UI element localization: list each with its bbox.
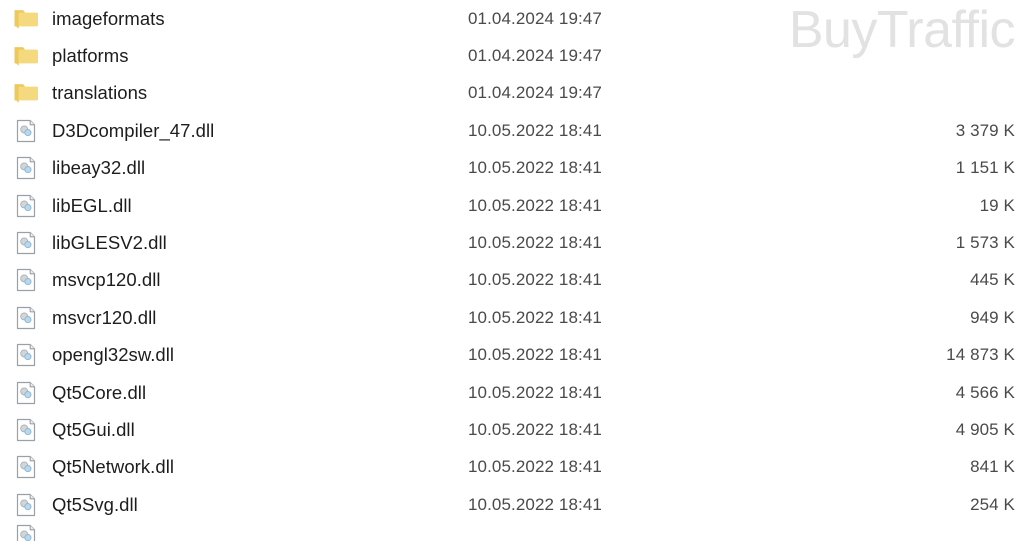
- file-name: libEGL.dll: [52, 194, 132, 216]
- folder-icon: [13, 43, 39, 69]
- file-size: 445 K: [970, 270, 1015, 290]
- file-row[interactable]: [0, 523, 1024, 541]
- file-size: 841 K: [970, 457, 1015, 477]
- file-list: imageformats 01.04.2024 19:47 platforms 01.…: [0, 0, 1024, 541]
- file-size: 1 151 K: [955, 158, 1015, 178]
- file-date-modified: 10.05.2022 18:41: [468, 419, 602, 439]
- file-date-modified: 10.05.2022 18:41: [468, 158, 602, 178]
- file-row[interactable]: Qt5Network.dll 10.05.2022 18:41 841 K: [0, 449, 1024, 486]
- file-size: 949 K: [970, 307, 1015, 327]
- file-date-modified: 10.05.2022 18:41: [468, 345, 602, 365]
- file-row[interactable]: Qt5Svg.dll 10.05.2022 18:41 254 K: [0, 486, 1024, 523]
- file-date-modified: 10.05.2022 18:41: [468, 494, 602, 514]
- folder-row[interactable]: platforms 01.04.2024 19:47: [0, 37, 1024, 74]
- dll-file-icon: [13, 523, 39, 541]
- dll-file-icon: [13, 492, 39, 518]
- file-name: translations: [52, 82, 148, 104]
- file-date-modified: 10.05.2022 18:41: [468, 120, 602, 140]
- file-date-modified: 10.05.2022 18:41: [468, 457, 602, 477]
- folder-icon: [13, 6, 39, 32]
- file-row[interactable]: libGLESV2.dll 10.05.2022 18:41 1 573 K: [0, 224, 1024, 261]
- dll-file-icon: [13, 193, 39, 219]
- file-name: Qt5Core.dll: [52, 381, 147, 403]
- file-row[interactable]: msvcp120.dll 10.05.2022 18:41 445 K: [0, 262, 1024, 299]
- file-date-modified: 10.05.2022 18:41: [468, 382, 602, 402]
- dll-file-icon: [13, 417, 39, 443]
- file-name: D3Dcompiler_47.dll: [52, 119, 215, 141]
- file-size: 4 905 K: [955, 419, 1015, 439]
- file-size: 14 873 K: [946, 345, 1015, 365]
- file-name: msvcr120.dll: [52, 306, 157, 328]
- file-date-modified: 10.05.2022 18:41: [468, 195, 602, 215]
- file-date-modified: 01.04.2024 19:47: [468, 46, 602, 66]
- folder-row[interactable]: translations 01.04.2024 19:47: [0, 75, 1024, 112]
- file-row[interactable]: libeay32.dll 10.05.2022 18:41 1 151 K: [0, 150, 1024, 187]
- file-size: 254 K: [970, 494, 1015, 514]
- file-date-modified: 10.05.2022 18:41: [468, 233, 602, 253]
- file-size: 3 379 K: [955, 120, 1015, 140]
- file-date-modified: 10.05.2022 18:41: [468, 270, 602, 290]
- dll-file-icon: [13, 155, 39, 181]
- file-name: platforms: [52, 45, 129, 67]
- file-row[interactable]: libEGL.dll 10.05.2022 18:41 19 K: [0, 187, 1024, 224]
- file-row[interactable]: opengl32sw.dll 10.05.2022 18:41 14 873 K: [0, 337, 1024, 374]
- file-name: libGLESV2.dll: [52, 232, 167, 254]
- file-name: Qt5Svg.dll: [52, 493, 138, 515]
- file-name: libeay32.dll: [52, 157, 146, 179]
- file-name: Qt5Network.dll: [52, 456, 175, 478]
- file-size: 19 K: [979, 195, 1015, 215]
- folder-row[interactable]: imageformats 01.04.2024 19:47: [0, 0, 1024, 37]
- dll-file-icon: [13, 454, 39, 480]
- file-date-modified: 01.04.2024 19:47: [468, 8, 602, 28]
- file-name: Qt5Gui.dll: [52, 418, 135, 440]
- file-size: 1 573 K: [955, 233, 1015, 253]
- file-row[interactable]: Qt5Core.dll 10.05.2022 18:41 4 566 K: [0, 374, 1024, 411]
- file-name: imageformats: [52, 7, 165, 29]
- dll-file-icon: [13, 267, 39, 293]
- file-name: msvcp120.dll: [52, 269, 161, 291]
- file-name: opengl32sw.dll: [52, 344, 175, 366]
- file-row[interactable]: Qt5Gui.dll 10.05.2022 18:41 4 905 K: [0, 411, 1024, 448]
- dll-file-icon: [13, 380, 39, 406]
- dll-file-icon: [13, 230, 39, 256]
- dll-file-icon: [13, 118, 39, 144]
- dll-file-icon: [13, 342, 39, 368]
- dll-file-icon: [13, 305, 39, 331]
- file-date-modified: 01.04.2024 19:47: [468, 83, 602, 103]
- file-row[interactable]: D3Dcompiler_47.dll 10.05.2022 18:41 3 379 …: [0, 112, 1024, 149]
- file-row[interactable]: msvcr120.dll 10.05.2022 18:41 949 K: [0, 299, 1024, 336]
- file-size: 4 566 K: [955, 382, 1015, 402]
- file-date-modified: 10.05.2022 18:41: [468, 307, 602, 327]
- folder-icon: [13, 80, 39, 106]
